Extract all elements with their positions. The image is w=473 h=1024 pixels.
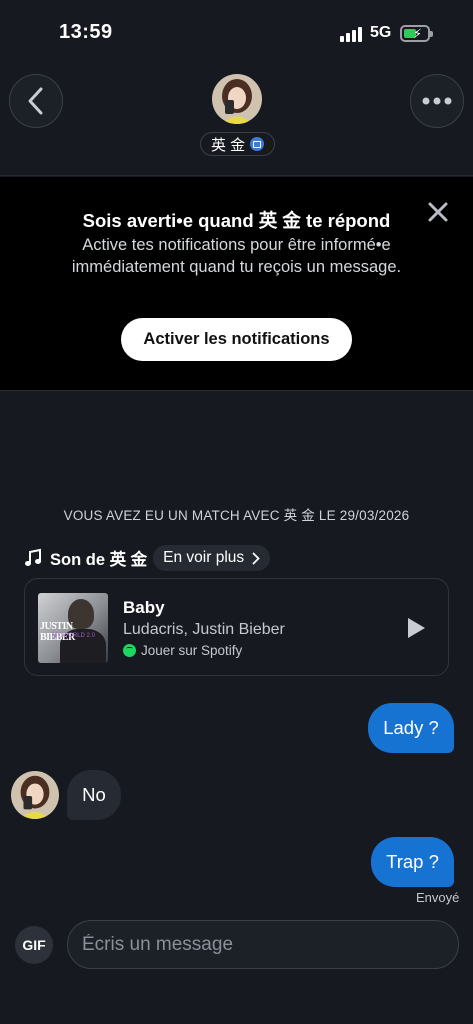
song-section-title: Son de 英 金 — [50, 551, 148, 569]
contact-avatar[interactable] — [212, 74, 262, 124]
chevron-left-icon — [28, 87, 43, 115]
message-bubble-incoming[interactable]: No — [67, 770, 121, 820]
music-note-icon — [25, 548, 41, 566]
message-bubble-outgoing[interactable]: Lady ? — [368, 703, 454, 753]
gif-button[interactable]: GIF — [15, 926, 53, 964]
message-bubble-outgoing[interactable]: Trap ? — [371, 837, 454, 887]
see-more-label: En voir plus — [163, 549, 245, 566]
status-time: 13:59 — [59, 21, 113, 43]
spotify-link[interactable]: Jouer sur Spotify — [123, 643, 242, 658]
track-artist: Ludacris, Justin Bieber — [123, 621, 285, 638]
spotify-label: Jouer sur Spotify — [141, 643, 243, 658]
spotify-icon — [123, 644, 136, 657]
notification-body: Active tes notifications pour être infor… — [71, 236, 402, 276]
verified-icon — [250, 137, 265, 151]
contact-name-badge[interactable]: 英 金 — [200, 132, 276, 156]
status-bar: 13:59 5G ⚡ — [0, 0, 473, 66]
back-button[interactable] — [9, 74, 63, 128]
album-cover-text: JUSTIN BIEBER — [40, 621, 75, 643]
more-dots-icon — [422, 97, 452, 105]
album-cover-subtext: MY WORLD 2.0 — [52, 633, 95, 639]
song-section-header: Son de 英 金 En voir plus — [24, 545, 271, 571]
notification-title: Sois averti•e quand 英 金 te répond — [82, 210, 391, 231]
track-name: Baby — [123, 598, 165, 617]
song-card[interactable]: JUSTIN BIEBER MY WORLD 2.0 Baby Ludacris… — [24, 578, 449, 676]
signal-icon — [340, 26, 364, 42]
chat-header: 英 金 — [0, 66, 473, 176]
more-options-button[interactable] — [410, 74, 464, 128]
message-sent-status: Envoyé — [416, 890, 460, 905]
contact-name: 英 金 — [211, 136, 246, 154]
notification-banner: Sois averti•e quand 英 金 te répond Active… — [0, 177, 473, 391]
chevron-right-icon — [252, 552, 260, 564]
contact-avatar-small[interactable] — [11, 771, 59, 819]
close-icon[interactable] — [425, 199, 451, 225]
enable-notifications-button[interactable]: Activer les notifications — [121, 318, 352, 361]
network-label: 5G — [370, 24, 392, 41]
play-icon[interactable] — [405, 616, 427, 640]
match-info: VOUS AVEZ EU UN MATCH AVEC 英 金 LE 29/03/… — [63, 508, 410, 523]
battery-icon: ⚡ — [400, 25, 433, 42]
message-input[interactable] — [67, 920, 459, 969]
see-more-button[interactable]: En voir plus — [153, 545, 271, 571]
album-cover: JUSTIN BIEBER MY WORLD 2.0 — [38, 593, 108, 663]
